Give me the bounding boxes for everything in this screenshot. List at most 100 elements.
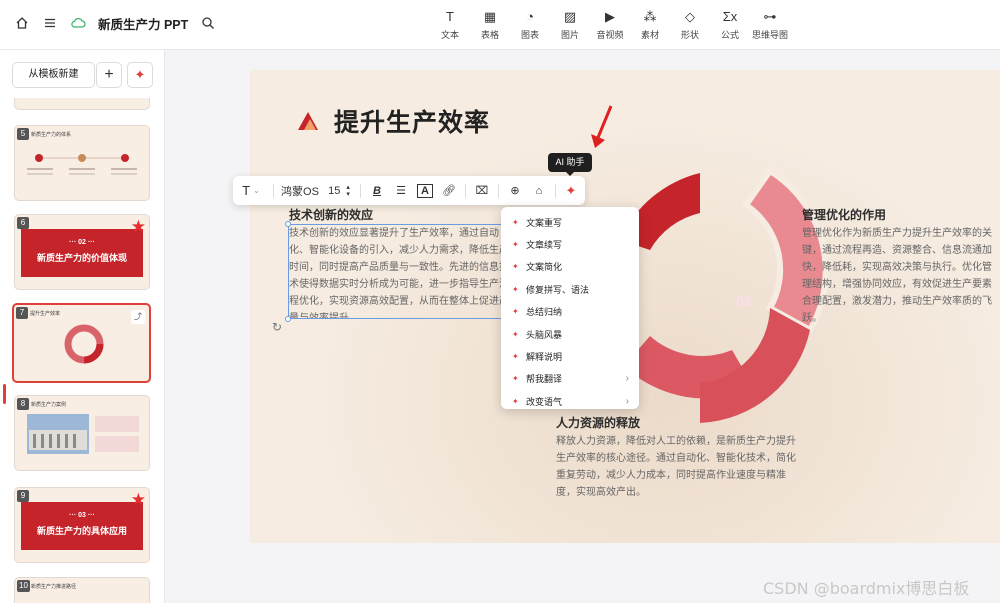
tool-image[interactable]: ▨ 图片 [550,9,590,41]
new-from-template-button[interactable]: 从模板新建 [12,62,95,88]
sparkle-icon: ✦ [512,240,519,250]
link-icon: 🔗︎ [442,185,456,197]
rotate-handle-icon[interactable]: ↻ [272,320,282,334]
home-icon[interactable] [14,16,30,32]
sparkle-icon: ✦ [512,284,519,294]
slide-thumb-6[interactable]: 6 ··· 02 ··· 新质生产力的价值体现 ★ [14,214,150,290]
hr-heading[interactable]: 人力资源的释放 [556,414,640,431]
resize-handle[interactable] [285,316,291,322]
format-painter-icon: ⌧ [475,185,489,197]
ai-assistant-menu: ✦ 文案重写 ✦ 文章续写 ✦ 文案简化 ✦ 修复拼写、语法 ✦ 总结归纳 ✦ 头脑风暴 ✦… [501,207,639,409]
star-icon: ★ [130,217,146,236]
tool-text[interactable]: T 文本 [430,9,470,41]
thumb-graphic [27,154,137,175]
slide-thumb-7[interactable]: 7 提升生产效率 ⤴ [12,303,151,383]
slide-thumb-5[interactable]: 5 新质生产力的体系 [14,125,150,201]
ai-assistant-button[interactable]: ✦ [560,176,582,205]
top-left-group: 新质生产力 PPT [14,14,216,33]
divider [273,183,274,198]
font-color-button[interactable]: A [413,176,437,205]
menu-icon[interactable] [42,16,58,32]
thumb-cycle-graphic [64,324,104,364]
sparkle-icon: ✦ [512,396,519,406]
flame-logo-icon [298,112,318,130]
hr-body[interactable]: 释放人力资源，降低对人工的依赖，是新质生产力提升生产效率的核心途径。通过自动化、… [556,433,796,501]
tool-assets[interactable]: ⁂ 素材 [630,9,670,41]
tool-formula[interactable]: Σx 公式 [710,9,750,41]
divider [498,183,499,198]
search-icon[interactable] [200,16,216,32]
slide-thumb-9[interactable]: 9 ··· 03 ··· 新质生产力的具体应用 ★ [14,487,150,563]
sparkle-icon: ✦ [134,67,146,82]
font-size-stepper[interactable]: 15 ▴ ▾ [322,176,356,205]
text-type-icon: T [242,183,251,198]
font-family-select[interactable]: 鸿蒙OS [278,176,322,205]
ai-tooltip: AI 助手 [548,153,592,176]
tool-media[interactable]: ▶ 音视频 [590,9,630,41]
ai-menu-item-fix-grammar[interactable]: ✦ 修复拼写、语法 [501,278,639,300]
format-painter-button[interactable]: ⌧ [470,176,494,205]
text-selection-box[interactable] [285,221,510,322]
ai-menu-item-explain[interactable]: ✦ 解释说明 [501,345,639,367]
thumb-title: 新质生产力案例 [31,402,67,408]
plus-icon: + [104,66,114,83]
tool-mindmap[interactable]: ⊶ 思维导图 [750,9,790,41]
tool-table[interactable]: ▦ 表格 [470,9,510,41]
divider [465,183,466,198]
thumb-banner-title: 新质生产力的具体应用 [36,526,127,536]
font-color-icon: A [417,183,433,198]
mgmt-heading[interactable]: 管理优化的作用 [802,206,886,223]
ai-menu-item-tone[interactable]: ✦ 改变语气 › [501,390,639,412]
ai-menu-item-translate[interactable]: ✦ 帮我翻译 › [501,368,639,390]
add-slide-button[interactable]: + [96,62,122,88]
link-button[interactable]: 🔗︎ [437,176,461,205]
divider [360,183,361,198]
tool-shape[interactable]: ◇ 形状 [670,9,710,41]
slide-title[interactable]: 提升生产效率 [334,103,490,139]
thumb-title: 新质生产力的体系 [31,132,72,138]
slide-thumb-8[interactable]: 8 新质生产力案例 [14,395,150,471]
slide-thumb-partial[interactable] [14,98,150,110]
sparkle-icon: ✦ [512,374,519,384]
divider [555,183,556,198]
assets-icon: ⁂ [643,9,657,24]
resize-handle[interactable] [285,221,291,227]
selected-slide-marker [3,384,6,404]
chart-icon: ◔ [526,9,534,24]
document-title[interactable]: 新质生产力 PPT [98,14,188,33]
cloud-sync-icon [70,16,86,32]
tech-heading[interactable]: 技术创新的效应 [289,206,373,223]
slide-number: 7 [16,307,28,319]
text-style-dropdown[interactable]: T ⌄ [233,176,269,205]
lock-icon: ⌂ [535,184,543,197]
chevron-down-icon: ⌄ [253,186,260,195]
top-bar: 新质生产力 PPT T 文本 ▦ 表格 ◔ 图表 ▨ 图片 ▶ 音视频 ⁂ 素材 ◇ 形状 Σ… [0,0,1000,50]
slide-thumb-10[interactable]: 10 新质生产力推进路径 [14,577,150,603]
bold-button[interactable]: B [365,176,389,205]
sparkle-icon: ✦ [512,262,519,272]
ai-menu-item-summarize[interactable]: ✦ 总结归纳 [501,301,639,323]
thumb-photo-graphic [27,414,139,454]
watermark: CSDN @boardmix博思白板 [763,579,970,598]
cycle-label-03: 03 [736,293,752,309]
thumb-share-icon[interactable]: ⤴ [131,310,145,324]
formula-icon: Σx [722,9,738,24]
ai-menu-item-rewrite[interactable]: ✦ 文案重写 [501,211,639,233]
mgmt-body[interactable]: 管理优化作为新质生产力提升生产效率的关键，通过流程再造、资源整合、信息流通加快，… [802,225,1000,327]
comment-button[interactable]: ⊕ [503,176,527,205]
slide-number: 10 [17,580,30,592]
shape-icon: ◇ [685,9,695,24]
ai-menu-item-simplify[interactable]: ✦ 文案简化 [501,256,639,278]
ai-menu-item-continue[interactable]: ✦ 文章续写 [501,233,639,255]
slide-number: 9 [17,490,29,502]
table-icon: ▦ [483,9,497,24]
lock-button[interactable]: ⌂ [527,176,551,205]
thumb-banner-title: 新质生产力的价值体现 [36,253,127,263]
image-icon: ▨ [563,9,577,24]
ai-generate-button[interactable]: ✦ [127,62,153,88]
tool-chart[interactable]: ◔ 图表 [510,9,550,41]
slide-number: 6 [17,217,29,229]
ai-menu-item-brainstorm[interactable]: ✦ 头脑风暴 [501,323,639,345]
align-button[interactable]: ☰ [389,176,413,205]
sparkle-icon: ✦ [565,182,577,198]
